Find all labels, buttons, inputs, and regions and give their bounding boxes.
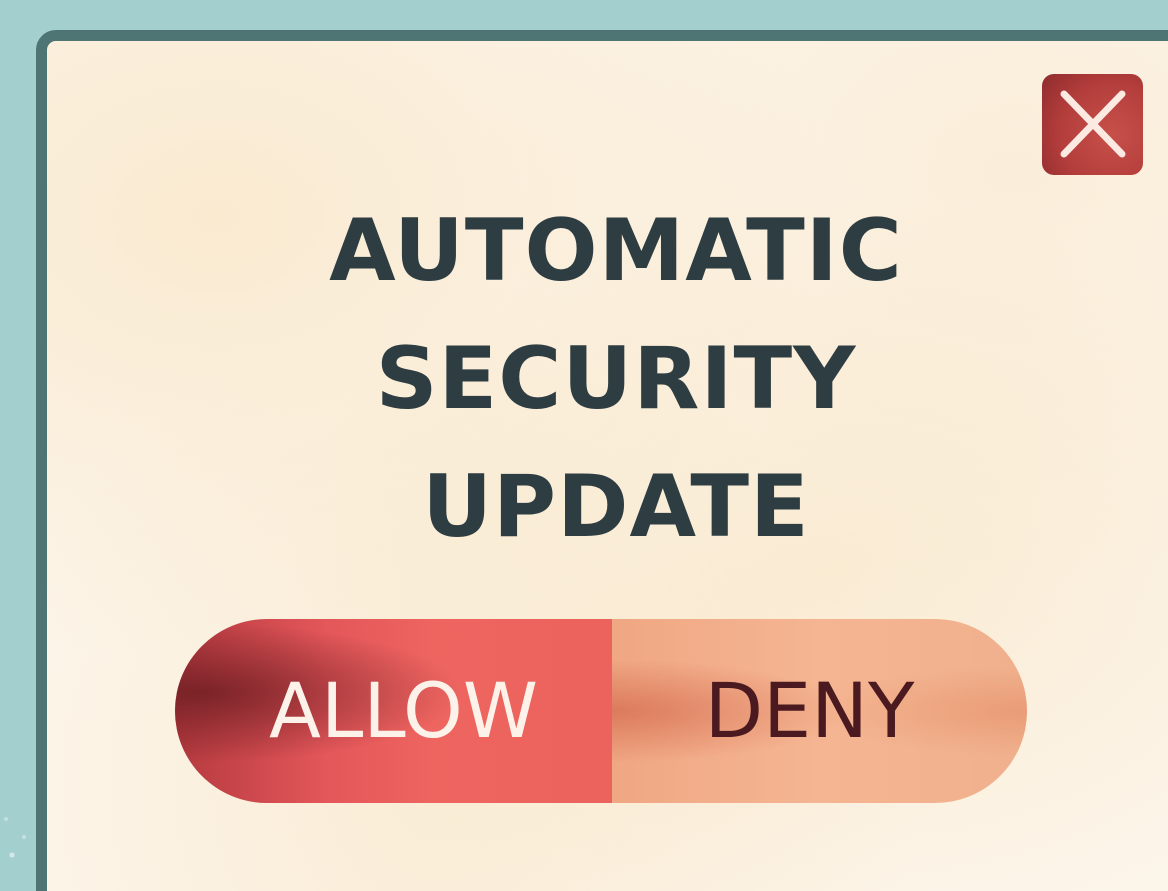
security-update-dialog: AUTOMATIC SECURITY UPDATE ALLOW DENY <box>36 30 1168 891</box>
title-line: AUTOMATIC <box>329 201 903 301</box>
title-line: UPDATE <box>422 457 810 557</box>
deny-button[interactable]: DENY <box>612 619 1027 803</box>
allow-button[interactable]: ALLOW <box>175 619 612 803</box>
deny-label: DENY <box>704 666 915 755</box>
allow-deny-toggle[interactable]: ALLOW DENY <box>175 619 1027 803</box>
close-icon <box>1060 90 1126 158</box>
close-button[interactable] <box>1042 74 1143 175</box>
allow-label: ALLOW <box>269 666 538 755</box>
dialog-title: AUTOMATIC SECURITY UPDATE <box>47 187 1168 571</box>
title-line: SECURITY <box>375 329 857 429</box>
